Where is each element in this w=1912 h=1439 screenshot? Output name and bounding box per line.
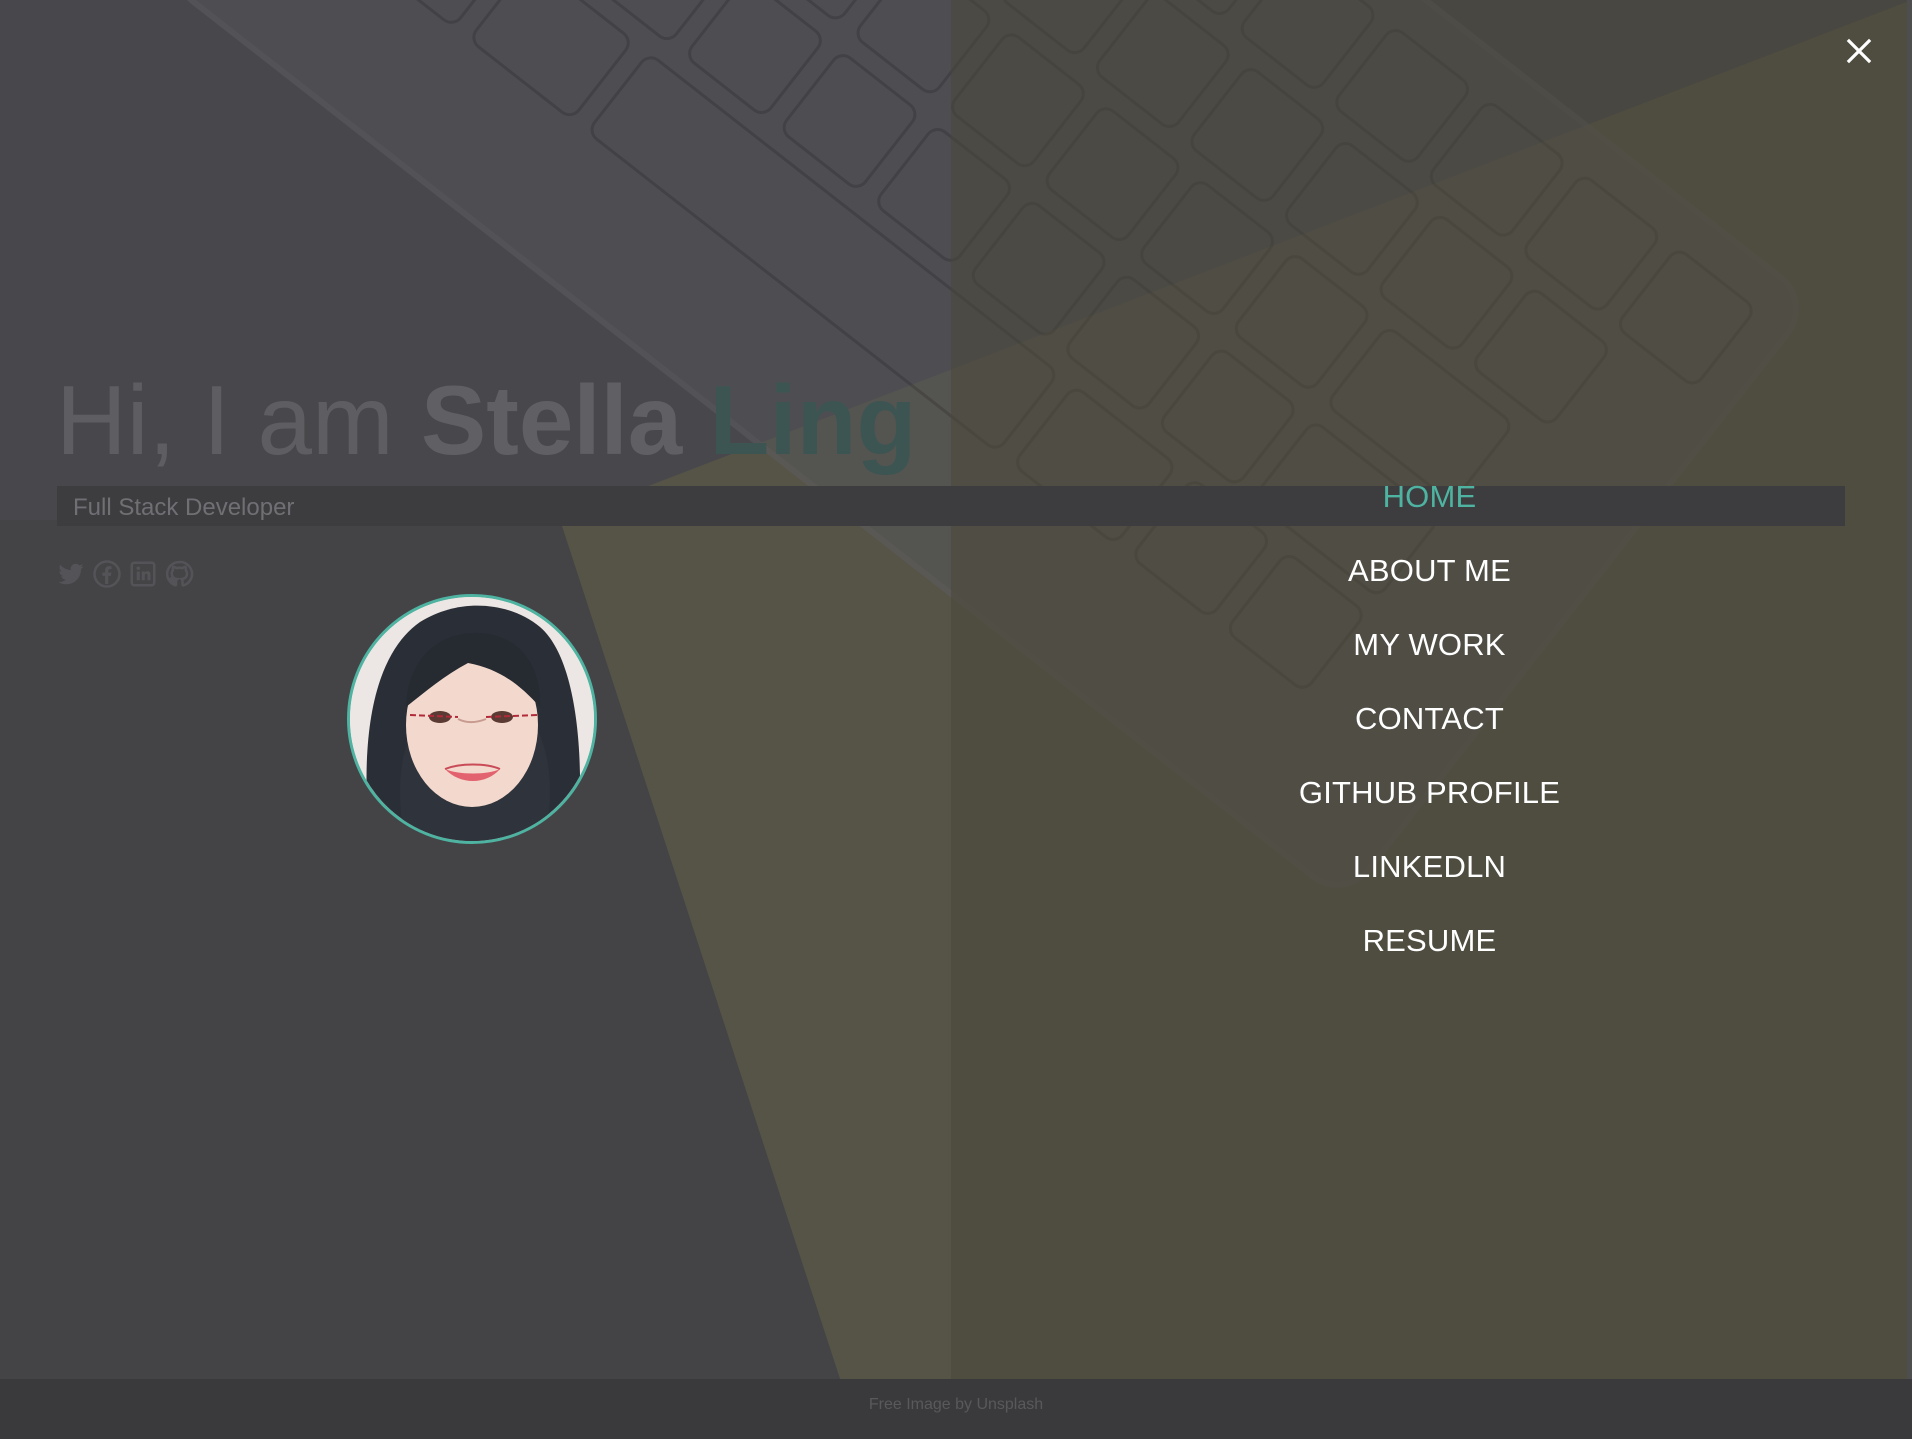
twitter-icon[interactable] xyxy=(56,559,86,589)
profile-avatar xyxy=(347,594,597,844)
nav-link-linkedin[interactable]: LINKEDLN xyxy=(1353,838,1506,896)
nav-item-home: HOME xyxy=(951,468,1908,542)
nav-link-my-work[interactable]: MY WORK xyxy=(1353,616,1505,674)
hero-greeting: Hi, I am xyxy=(56,365,421,475)
nav-link-contact[interactable]: CONTACT xyxy=(1355,690,1504,748)
nav-link-resume[interactable]: RESUME xyxy=(1363,912,1497,970)
nav-link-home[interactable]: HOME xyxy=(1383,468,1477,526)
nav-item-about-me: ABOUT ME xyxy=(951,542,1908,616)
linkedin-icon[interactable] xyxy=(128,559,158,589)
nav-link-github-profile[interactable]: GITHUB PROFILE xyxy=(1299,764,1560,822)
social-links xyxy=(56,558,194,590)
nav-item-github-profile: GITHUB PROFILE xyxy=(951,764,1908,838)
page: Hi, I am Stella Ling Full Stack Develope… xyxy=(0,0,1912,1439)
nav-link-about-me[interactable]: ABOUT ME xyxy=(1348,542,1511,600)
nav-item-my-work: MY WORK xyxy=(951,616,1908,690)
nav-menu-list: HOME ABOUT ME MY WORK CONTACT GITHUB PRO… xyxy=(951,468,1908,986)
close-menu-button[interactable] xyxy=(1840,32,1878,70)
github-icon[interactable] xyxy=(164,559,194,589)
nav-item-linkedin: LINKEDLN xyxy=(951,838,1908,912)
close-icon xyxy=(1846,38,1872,64)
footer: Free Image by Unsplash xyxy=(0,1379,1912,1439)
hero-heading: Hi, I am Stella Ling xyxy=(56,360,916,480)
nav-overlay-menu: HOME ABOUT ME MY WORK CONTACT GITHUB PRO… xyxy=(951,0,1912,1379)
profile-photo xyxy=(350,597,594,841)
hero-first-name: Stella xyxy=(420,365,683,475)
hero-last-name: Ling xyxy=(709,365,917,475)
image-credit-link[interactable]: Free Image by Unsplash xyxy=(869,1396,1043,1414)
facebook-icon[interactable] xyxy=(92,559,122,589)
page-scrollbar[interactable] xyxy=(1907,0,1912,1379)
nav-item-contact: CONTACT xyxy=(951,690,1908,764)
nav-item-resume: RESUME xyxy=(951,912,1908,986)
hero-subtitle: Full Stack Developer xyxy=(73,494,295,521)
